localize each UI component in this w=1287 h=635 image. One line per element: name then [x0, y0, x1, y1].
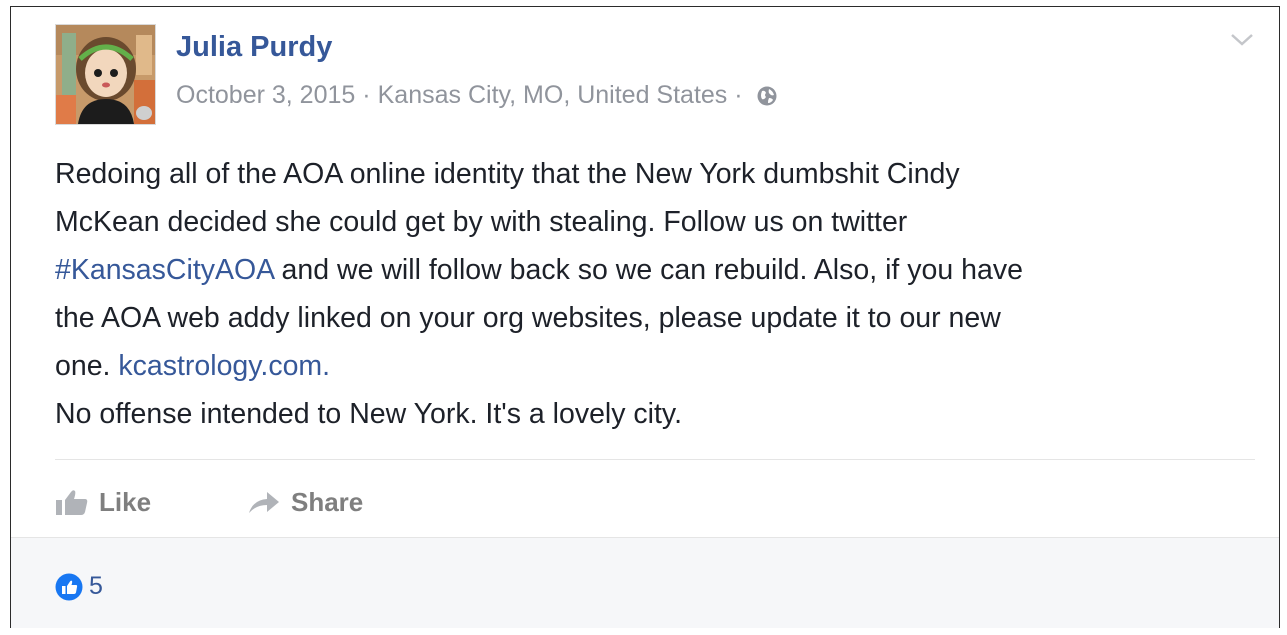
share-button[interactable]: Share	[247, 477, 363, 527]
facebook-post: Julia Purdy October 3, 2015 · Kansas Cit…	[10, 6, 1280, 628]
privacy-separator: ·	[734, 81, 743, 109]
body-line: Redoing all of the AOA online identity t…	[55, 158, 960, 190]
like-label: Like	[99, 486, 152, 517]
post-date[interactable]: October 3, 2015	[176, 81, 355, 110]
actions-divider	[55, 459, 1255, 460]
share-label: Share	[291, 486, 364, 517]
body-line: #KansasCityAOA and we will follow back s…	[55, 246, 1255, 294]
thumbs-up-icon	[56, 490, 88, 515]
website-link[interactable]: kcastrology.com.	[118, 350, 330, 382]
share-arrow-icon	[249, 492, 279, 513]
meta-separator: ·	[362, 81, 371, 109]
post-meta: October 3, 2015 · Kansas City, MO, Unite…	[176, 81, 778, 110]
body-line: the AOA web addy linked on your org webs…	[55, 302, 1001, 334]
post-body: Redoing all of the AOA online identity t…	[55, 150, 1255, 438]
post-footer: 5	[11, 537, 1279, 628]
body-line: No offense intended to New York. It's a …	[55, 398, 682, 430]
body-line: one. kcastrology.com.	[55, 342, 1255, 390]
like-button[interactable]: Like	[55, 477, 151, 527]
author-avatar[interactable]	[55, 24, 156, 125]
like-reaction-icon	[55, 573, 83, 600]
globe-icon[interactable]	[756, 85, 778, 107]
chevron-down-icon[interactable]	[1229, 31, 1255, 49]
reaction-count: 5	[89, 572, 103, 600]
hashtag-link[interactable]: #KansasCityAOA	[55, 254, 274, 286]
author-name[interactable]: Julia Purdy	[176, 31, 332, 64]
post-location[interactable]: Kansas City, MO, United States	[378, 81, 728, 110]
body-text-segment: and we will follow back so we can rebuil…	[273, 254, 1023, 286]
body-line: McKean decided she could get by with ste…	[55, 206, 908, 238]
reaction-summary[interactable]: 5	[55, 572, 103, 601]
cartoon-avatar-icon	[56, 25, 155, 124]
body-text-segment: one.	[55, 350, 119, 382]
